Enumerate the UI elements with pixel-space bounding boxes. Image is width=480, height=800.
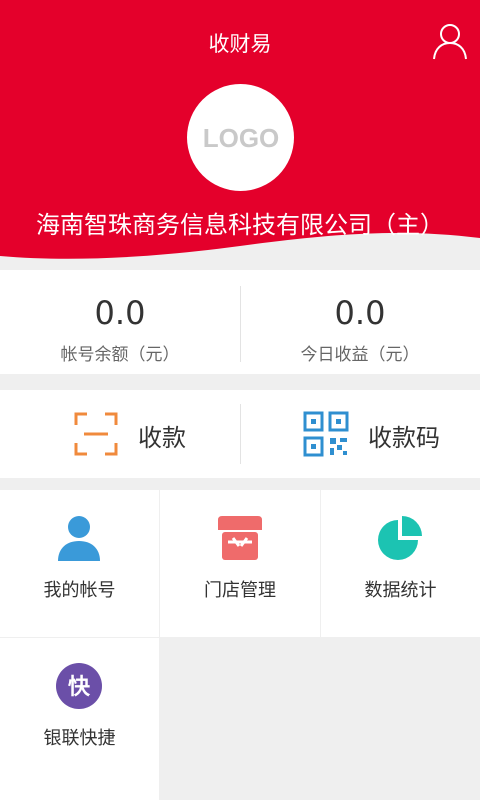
collect-payment-button[interactable]: 收款 bbox=[0, 390, 240, 478]
menu-item-label: 我的帐号 bbox=[43, 580, 116, 601]
app-title: 收财易 bbox=[208, 32, 272, 56]
unionpay-quick-icon-text: 快 bbox=[68, 675, 91, 700]
menu-item-label: 门店管理 bbox=[204, 580, 276, 601]
account-balance-label: 帐号余额（元） bbox=[60, 345, 180, 365]
menu-item-label: 数据统计 bbox=[364, 580, 437, 601]
account-balance[interactable]: 0.0 帐号余额（元） bbox=[0, 270, 240, 374]
unionpay-quick-icon: 快 bbox=[56, 663, 102, 709]
balance-panel: 0.0 帐号余额（元） 0.0 今日收益（元） bbox=[0, 270, 480, 374]
pie-chart-icon bbox=[378, 516, 422, 560]
today-earnings[interactable]: 0.0 今日收益（元） bbox=[240, 270, 480, 374]
account-balance-value: 0.0 bbox=[94, 294, 146, 332]
menu-item-unionpay-quick[interactable]: 快 银联快捷 bbox=[0, 638, 159, 800]
today-earnings-value: 0.0 bbox=[334, 294, 386, 332]
menu-grid: 我的帐号 门店管理 数据统计 快 银联快捷 bbox=[0, 490, 480, 800]
menu-item-store-management[interactable]: 门店管理 bbox=[160, 490, 320, 637]
company-name: 海南智珠商务信息科技有限公司（主） bbox=[36, 211, 444, 239]
company-logo: LOGO bbox=[187, 84, 294, 191]
quick-actions: 收款 收款码 bbox=[0, 390, 480, 478]
collect-payment-label: 收款 bbox=[138, 424, 186, 452]
payment-qr-label: 收款码 bbox=[368, 424, 440, 452]
profile-button[interactable] bbox=[432, 22, 468, 60]
store-icon bbox=[218, 516, 262, 560]
menu-item-my-account[interactable]: 我的帐号 bbox=[0, 490, 159, 637]
menu-item-statistics[interactable]: 数据统计 bbox=[321, 490, 480, 637]
qr-code-icon bbox=[303, 411, 349, 457]
header: 收财易 LOGO 海南智珠商务信息科技有限公司（主） bbox=[0, 0, 480, 270]
payment-qr-button[interactable]: 收款码 bbox=[240, 390, 480, 478]
menu-item-label: 银联快捷 bbox=[43, 728, 116, 749]
scan-icon bbox=[74, 412, 118, 456]
user-outline-icon bbox=[433, 24, 467, 60]
today-earnings-label: 今日收益（元） bbox=[300, 345, 420, 365]
logo-text: LOGO bbox=[202, 123, 279, 153]
account-icon bbox=[58, 516, 100, 561]
